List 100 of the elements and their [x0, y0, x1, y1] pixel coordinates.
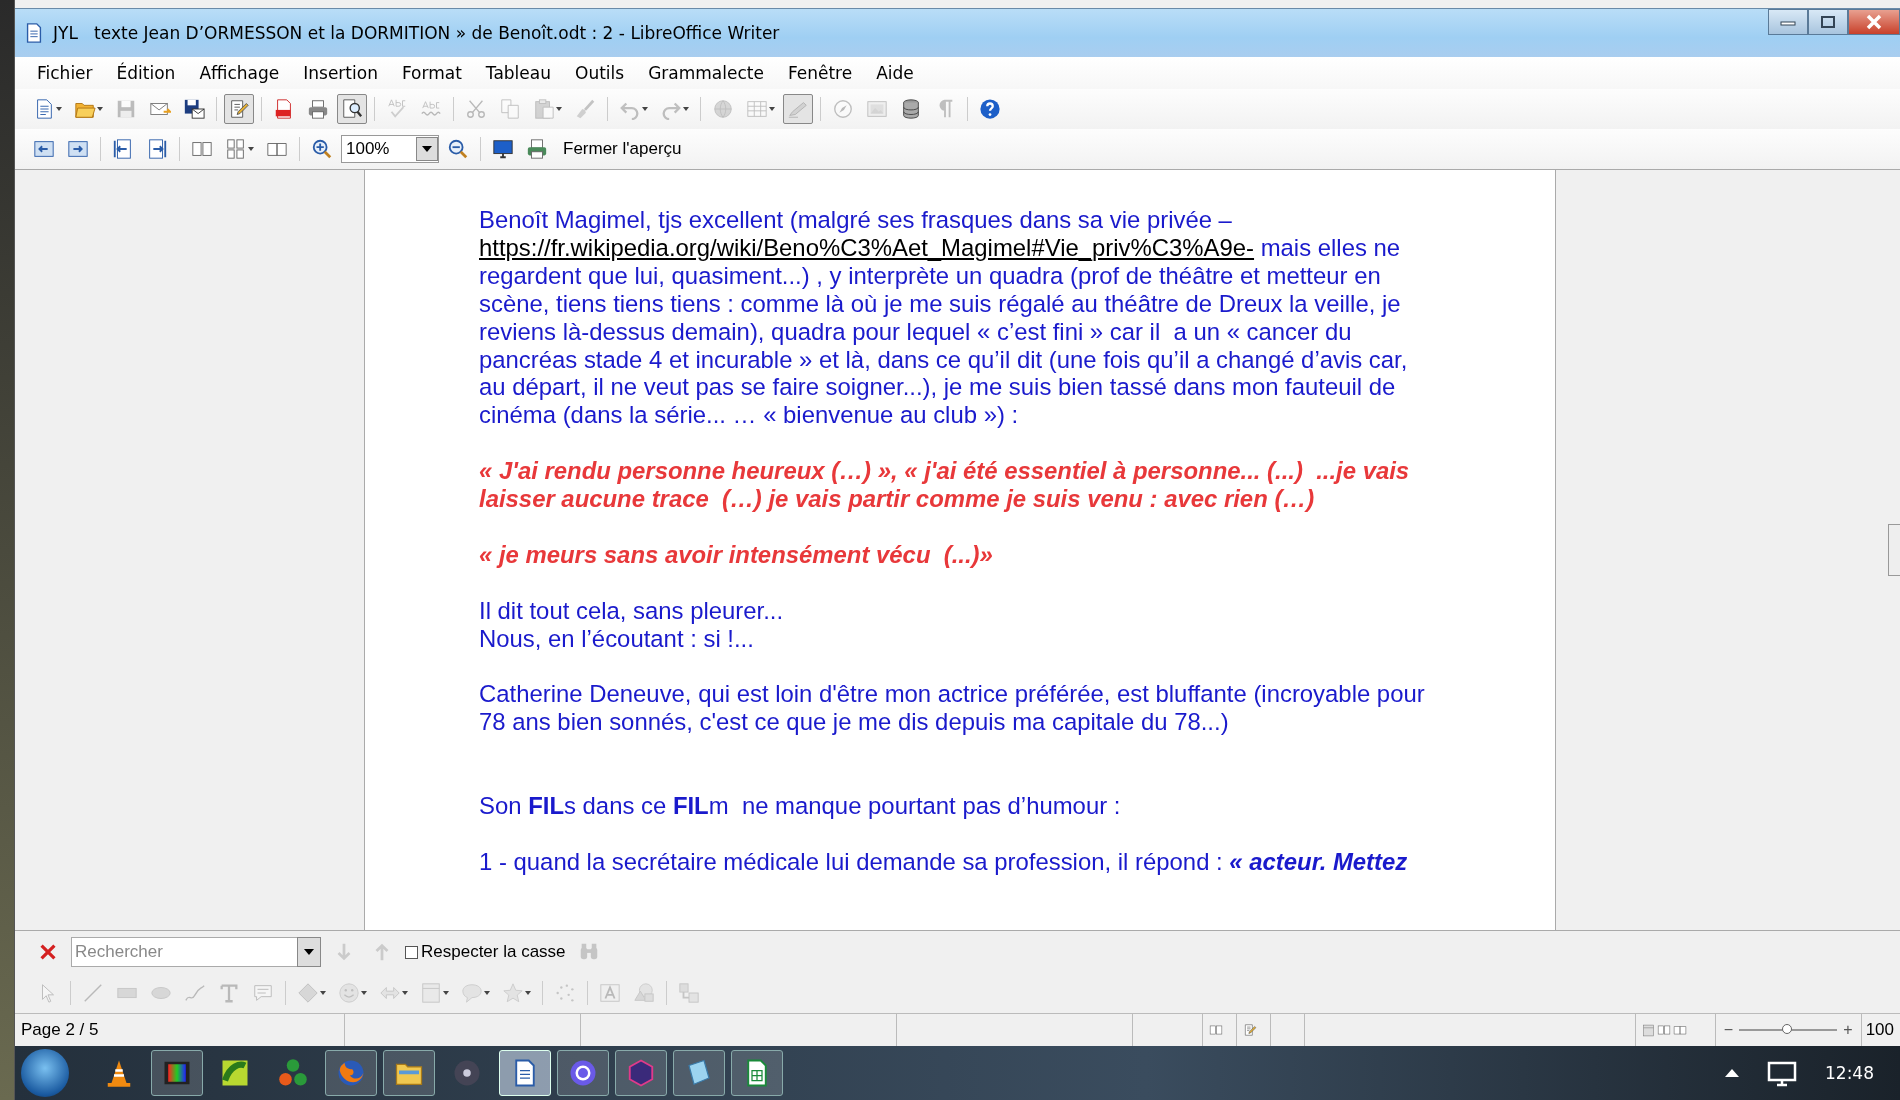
zoom-percent: 100: [1864, 1019, 1895, 1041]
menu-item[interactable]: Aide: [864, 63, 926, 83]
tray-arrow-icon[interactable]: [1725, 1069, 1739, 1077]
search-dropdown-button[interactable]: [297, 937, 321, 967]
text-line: 78 ans bien sonnés, c'est ce que je me dis depuis ma capitale du 78...): [479, 708, 1230, 737]
menu-item[interactable]: Grammalecte: [636, 63, 776, 83]
text-line: scène, tiens tiens tiens : comme là où je me suis régalé au théâtre de Dreux la veille, je: [479, 289, 1402, 318]
disc-icon: [452, 1058, 482, 1088]
network-monitor-icon[interactable]: [1765, 1059, 1799, 1087]
text-line: regardent que lui, quasiment...) , y interprète un quadra (prof de théâtre et metteur en: [479, 261, 1382, 290]
book-view-icon: [1672, 1023, 1687, 1037]
close-icon: [1865, 14, 1883, 30]
page-right-icon: [67, 138, 89, 160]
ring-icon: [568, 1058, 598, 1088]
menu-item[interactable]: Fenêtre: [775, 63, 865, 83]
caret-icon: [443, 991, 449, 995]
taskbar-app-button[interactable]: [151, 1050, 203, 1096]
close-preview-button[interactable]: Fermer l'aperçu: [556, 135, 689, 163]
caret-icon: [320, 991, 326, 995]
diamond-icon: [297, 982, 319, 1004]
caret-icon: [248, 147, 254, 151]
text-line: au départ, il ne veut pas se faire soigner...), je me suis bien tassé dans mon fauteuil de: [479, 373, 1397, 402]
maximize-icon: [1820, 15, 1836, 29]
menu-item[interactable]: Édition: [104, 63, 188, 83]
printer-paper-icon: [526, 138, 548, 160]
caret-icon: [97, 107, 103, 111]
text-line: Il dit tout cela, sans pleurer...: [479, 596, 785, 625]
monitor-icon: [492, 138, 514, 160]
text-line: pancréas stade 4 et incurable » et là, dans ce qu’il dit (une fois qu’il a changé d’avis car,: [479, 345, 1409, 374]
flowchart-icon: [1641, 1023, 1655, 1037]
database-icon: [900, 98, 922, 120]
first-page-icon: [112, 138, 134, 160]
shapes-3d-icon: [633, 982, 655, 1004]
hexagon-icon: [626, 1058, 656, 1088]
zoom-combo[interactable]: 100%: [341, 135, 439, 163]
zoom-out-button[interactable]: −: [1719, 1021, 1737, 1039]
taskbar-app-button[interactable]: [557, 1050, 609, 1096]
fontwork-icon: [599, 982, 621, 1004]
printer-icon: [307, 98, 329, 120]
star-icon: [502, 982, 524, 1004]
two-pages-icon: [1656, 1023, 1671, 1037]
points-icon: [554, 982, 576, 1004]
caret-icon: [56, 107, 62, 111]
text-line: Nous, en l’écoutant : si !...: [479, 624, 755, 653]
caret-icon: [484, 991, 490, 995]
window-title: JYL texte Jean D’ORMESSON et la DORMITION » de Benoît.odt : 2 - LibreOffice Writer: [53, 23, 781, 43]
text-line: 1 - quand la secrétaire médicale lui demande sa profession, il répond : « acteur. Mettez: [479, 847, 1409, 876]
caret-icon: [556, 107, 562, 111]
page-magnifier-icon: [341, 98, 363, 120]
page-magnifier-button[interactable]: [337, 94, 367, 124]
zoom-slider-thumb[interactable]: [1782, 1024, 1793, 1034]
scrollbar-thumb[interactable]: [1888, 524, 1900, 576]
zoom-out-icon: [447, 138, 469, 160]
flowchart-icon: [420, 982, 442, 1004]
link[interactable]: https://fr.wikipedia.org/wiki/Beno%C3%Aet_Magimel#Vie_priv%C3%A9e-: [479, 233, 1255, 261]
menu-item[interactable]: Format: [389, 63, 474, 83]
taskbar-app-button[interactable]: [615, 1050, 667, 1096]
close-button[interactable]: [1848, 9, 1900, 35]
caret-icon: [422, 146, 432, 152]
menu-item[interactable]: Affichage: [187, 63, 292, 83]
menu-item[interactable]: Outils: [563, 63, 637, 83]
menu-item[interactable]: Tableau: [473, 63, 563, 83]
caret-icon: [525, 991, 531, 995]
help-icon: [979, 98, 1001, 120]
text-line: Benoît Magimel, tjs excellent (malgré ses frasques dans sa vie privée –: [479, 206, 1233, 234]
caret-icon: [361, 991, 367, 995]
taskbar-app-button[interactable]: [731, 1050, 783, 1096]
text-line: reviens là-dessus demain), quadra pour lequel « c’est fini » car il a un « cancer du: [479, 317, 1353, 346]
caret-icon: [642, 107, 648, 111]
text-line: Catherine Deneuve, qui est loin d'être mon actrice préférée, est bluffante (incroyable pour: [479, 680, 1426, 709]
taskbar-app-button[interactable]: [383, 1050, 435, 1096]
speech-bubble-icon: [461, 982, 483, 1004]
table-icon: [746, 98, 768, 120]
page-left-icon: [33, 138, 55, 160]
two-pages-icon: [1209, 1023, 1223, 1037]
caret-icon: [769, 107, 775, 111]
search-field[interactable]: Rechercher: [71, 937, 297, 967]
compass-icon: [832, 98, 854, 120]
maximize-button[interactable]: [1808, 9, 1848, 35]
edit-document-button[interactable]: [224, 94, 254, 124]
minimize-button[interactable]: [1768, 9, 1808, 35]
text-line: cinéma (dans la série... … « bienvenue au club ») :: [479, 401, 1020, 430]
match-case-checkbox[interactable]: Respecter la casse: [405, 942, 566, 962]
menu-item[interactable]: Insertion: [291, 63, 390, 83]
copy-icon: [499, 98, 521, 120]
text-icon: [218, 982, 240, 1004]
fox-globe-icon: [336, 1058, 366, 1088]
line-icon: [82, 982, 104, 1004]
callout-text-icon: [252, 982, 274, 1004]
caret-icon: [402, 991, 408, 995]
scissors-icon: [465, 98, 487, 120]
clock[interactable]: 12:48: [1825, 1063, 1874, 1083]
caret-icon: [683, 107, 689, 111]
taskbar-app-button[interactable]: [673, 1050, 725, 1096]
clipboard-icon: [533, 98, 555, 120]
zoom-in-button[interactable]: +: [1839, 1021, 1857, 1039]
menu-item[interactable]: Fichier: [25, 63, 105, 83]
start-button[interactable]: [21, 1049, 69, 1097]
caret-icon: [304, 949, 314, 955]
group-icon: [678, 982, 700, 1004]
